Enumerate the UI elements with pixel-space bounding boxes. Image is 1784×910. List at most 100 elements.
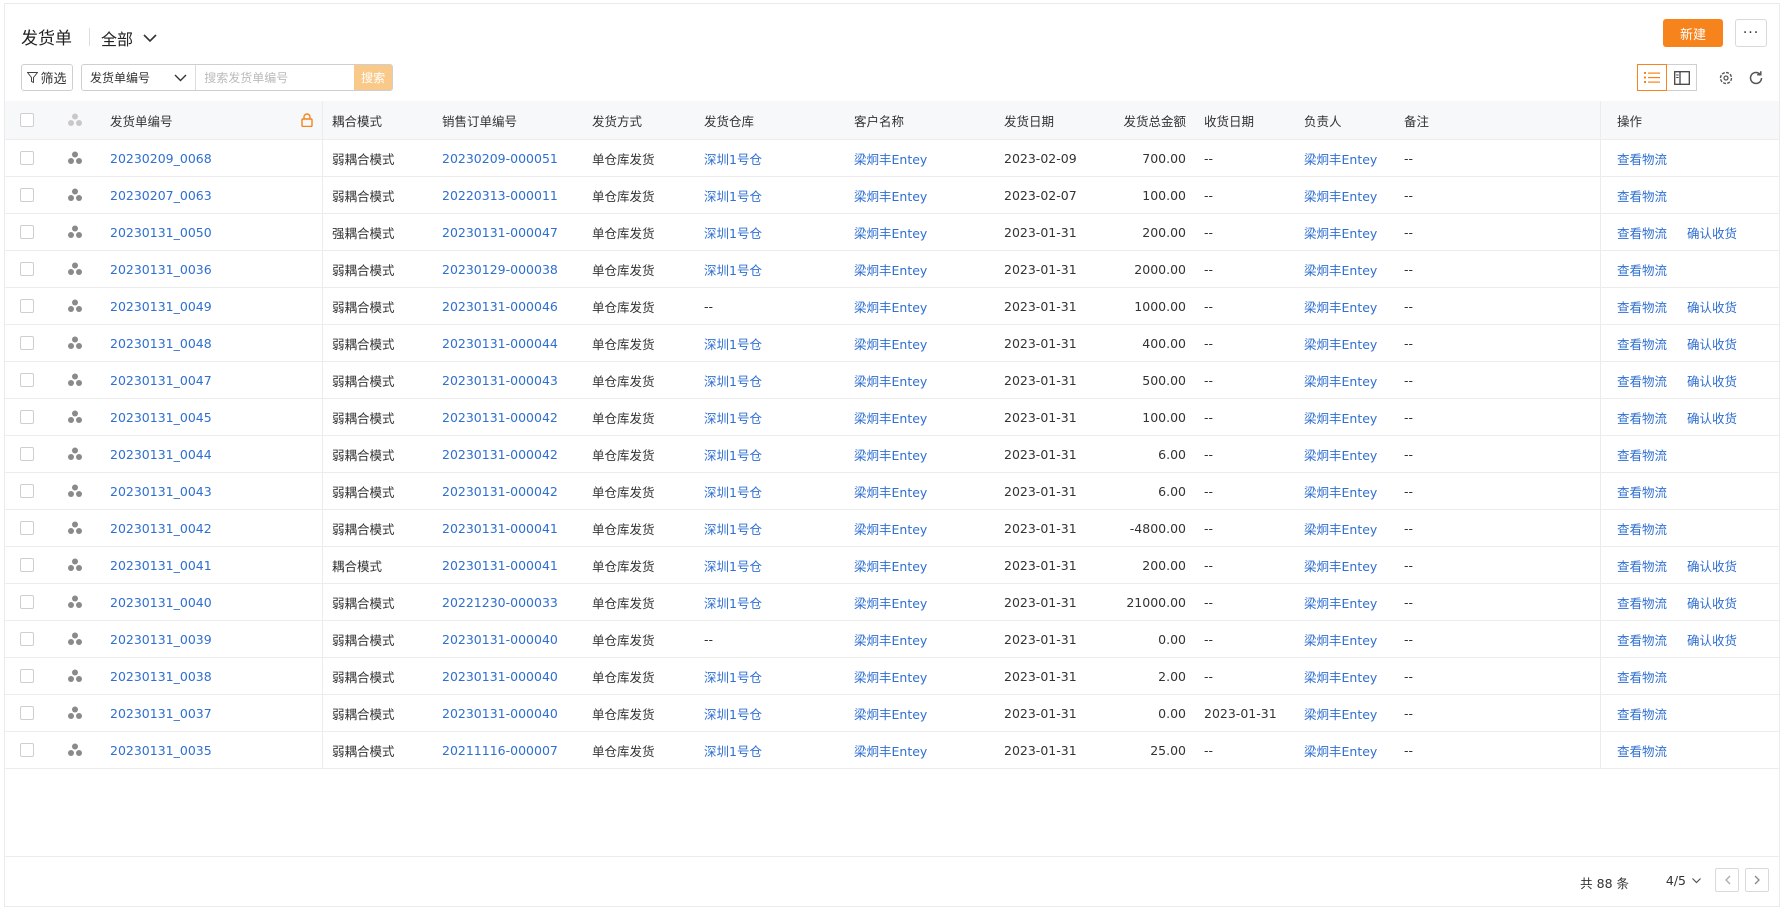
sales-order-link[interactable]: 20230131-000041 bbox=[442, 558, 558, 573]
view-logistics-link[interactable]: 查看物流 bbox=[1617, 519, 1667, 538]
sales-order-link[interactable]: 20230131-000041 bbox=[442, 521, 558, 536]
customer-link[interactable]: 梁炯丰Entey bbox=[854, 445, 927, 464]
col-header-sales-order[interactable]: 销售订单编号 bbox=[433, 101, 583, 139]
confirm-receipt-link[interactable]: 确认收货 bbox=[1687, 630, 1737, 649]
filter-button[interactable]: 筛选 bbox=[21, 64, 73, 91]
row-checkbox[interactable] bbox=[20, 595, 34, 609]
shipment-no-link[interactable]: 20230131_0047 bbox=[110, 373, 212, 388]
owner-link[interactable]: 梁炯丰Entey bbox=[1304, 186, 1377, 205]
col-header-ship-date[interactable]: 发货日期 bbox=[995, 101, 1095, 139]
warehouse-link[interactable]: 深圳1号仓 bbox=[704, 334, 762, 353]
shipment-no-link[interactable]: 20230131_0039 bbox=[110, 632, 212, 647]
sales-order-link[interactable]: 20230131-000042 bbox=[442, 484, 558, 499]
view-logistics-link[interactable]: 查看物流 bbox=[1617, 149, 1667, 168]
owner-link[interactable]: 梁炯丰Entey bbox=[1304, 519, 1377, 538]
customer-link[interactable]: 梁炯丰Entey bbox=[854, 667, 927, 686]
table-row[interactable]: 20230131_0045 弱耦合模式 20230131-000042 单仓库发货 深圳… bbox=[5, 399, 1779, 436]
table-row[interactable]: 20230131_0049 弱耦合模式 20230131-000046 单仓库发货 --… bbox=[5, 288, 1779, 325]
sales-order-link[interactable]: 20230209-000051 bbox=[442, 151, 558, 166]
shipment-no-link[interactable]: 20230131_0038 bbox=[110, 669, 212, 684]
table-row[interactable]: 20230131_0035 弱耦合模式 20211116-000007 单仓库发货 深圳… bbox=[5, 732, 1779, 769]
col-header-amount[interactable]: 发货总金额 bbox=[1095, 101, 1195, 139]
warehouse-link[interactable]: 深圳1号仓 bbox=[704, 408, 762, 427]
col-header-mode[interactable]: 耦合模式 bbox=[323, 101, 433, 139]
view-logistics-link[interactable]: 查看物流 bbox=[1617, 223, 1667, 242]
col-header-owner[interactable]: 负责人 bbox=[1295, 101, 1395, 139]
confirm-receipt-link[interactable]: 确认收货 bbox=[1687, 371, 1737, 390]
table-row[interactable]: 20230209_0068 弱耦合模式 20230209-000051 单仓库发货 深圳… bbox=[5, 140, 1779, 177]
view-logistics-link[interactable]: 查看物流 bbox=[1617, 297, 1667, 316]
owner-link[interactable]: 梁炯丰Entey bbox=[1304, 371, 1377, 390]
sales-order-link[interactable]: 20230131-000043 bbox=[442, 373, 558, 388]
table-row[interactable]: 20230131_0048 弱耦合模式 20230131-000044 单仓库发货 深圳… bbox=[5, 325, 1779, 362]
warehouse-link[interactable]: 深圳1号仓 bbox=[704, 704, 762, 723]
table-row[interactable]: 20230131_0044 弱耦合模式 20230131-000042 单仓库发货 深圳… bbox=[5, 436, 1779, 473]
view-logistics-link[interactable]: 查看物流 bbox=[1617, 445, 1667, 464]
row-checkbox[interactable] bbox=[20, 484, 34, 498]
table-row[interactable]: 20230131_0039 弱耦合模式 20230131-000040 单仓库发货 --… bbox=[5, 621, 1779, 658]
confirm-receipt-link[interactable]: 确认收货 bbox=[1687, 297, 1737, 316]
col-header-warehouse[interactable]: 发货仓库 bbox=[695, 101, 845, 139]
table-row[interactable]: 20230131_0037 弱耦合模式 20230131-000040 单仓库发货 深圳… bbox=[5, 695, 1779, 732]
warehouse-link[interactable]: 深圳1号仓 bbox=[704, 667, 762, 686]
card-view-button[interactable] bbox=[1667, 64, 1697, 91]
shipment-no-link[interactable]: 20230131_0037 bbox=[110, 706, 212, 721]
table-row[interactable]: 20230131_0050 强耦合模式 20230131-000047 单仓库发货 深圳… bbox=[5, 214, 1779, 251]
row-checkbox[interactable] bbox=[20, 225, 34, 239]
customer-link[interactable]: 梁炯丰Entey bbox=[854, 260, 927, 279]
warehouse-link[interactable]: 深圳1号仓 bbox=[704, 519, 762, 538]
view-logistics-link[interactable]: 查看物流 bbox=[1617, 667, 1667, 686]
customer-link[interactable]: 梁炯丰Entey bbox=[854, 334, 927, 353]
col-header-receive-date[interactable]: 收货日期 bbox=[1195, 101, 1295, 139]
confirm-receipt-link[interactable]: 确认收货 bbox=[1687, 593, 1737, 612]
customer-link[interactable]: 梁炯丰Entey bbox=[854, 186, 927, 205]
view-logistics-link[interactable]: 查看物流 bbox=[1617, 186, 1667, 205]
col-header-no[interactable]: 发货单编号 bbox=[101, 101, 323, 139]
row-checkbox[interactable] bbox=[20, 299, 34, 313]
search-button[interactable]: 搜索 bbox=[354, 65, 392, 90]
shipment-no-link[interactable]: 20230131_0044 bbox=[110, 447, 212, 462]
table-row[interactable]: 20230131_0041 耦合模式 20230131-000041 单仓库发货 深圳1… bbox=[5, 547, 1779, 584]
row-checkbox[interactable] bbox=[20, 521, 34, 535]
sales-order-link[interactable]: 20230131-000047 bbox=[442, 225, 558, 240]
customer-link[interactable]: 梁炯丰Entey bbox=[854, 630, 927, 649]
confirm-receipt-link[interactable]: 确认收货 bbox=[1687, 334, 1737, 353]
shipment-no-link[interactable]: 20230131_0040 bbox=[110, 595, 212, 610]
owner-link[interactable]: 梁炯丰Entey bbox=[1304, 223, 1377, 242]
col-header-ship-method[interactable]: 发货方式 bbox=[583, 101, 695, 139]
more-button[interactable]: ··· bbox=[1735, 19, 1767, 47]
row-checkbox[interactable] bbox=[20, 336, 34, 350]
view-selector[interactable]: 全部 bbox=[101, 26, 157, 50]
col-header-note[interactable]: 备注 bbox=[1395, 101, 1601, 139]
lock-icon[interactable] bbox=[301, 113, 313, 127]
shipment-no-link[interactable]: 20230131_0048 bbox=[110, 336, 212, 351]
search-input[interactable] bbox=[196, 65, 355, 90]
row-checkbox[interactable] bbox=[20, 743, 34, 757]
shipment-no-link[interactable]: 20230207_0063 bbox=[110, 188, 212, 203]
sales-order-link[interactable]: 20230131-000046 bbox=[442, 299, 558, 314]
row-checkbox[interactable] bbox=[20, 188, 34, 202]
shipment-no-link[interactable]: 20230131_0041 bbox=[110, 558, 212, 573]
sales-order-link[interactable]: 20230131-000044 bbox=[442, 336, 558, 351]
table-row[interactable]: 20230131_0043 弱耦合模式 20230131-000042 单仓库发货 深圳… bbox=[5, 473, 1779, 510]
shipment-no-link[interactable]: 20230131_0043 bbox=[110, 484, 212, 499]
owner-link[interactable]: 梁炯丰Entey bbox=[1304, 593, 1377, 612]
table-row[interactable]: 20230131_0040 弱耦合模式 20221230-000033 单仓库发货 深圳… bbox=[5, 584, 1779, 621]
prev-page-button[interactable] bbox=[1715, 868, 1739, 892]
shipment-no-link[interactable]: 20230209_0068 bbox=[110, 151, 212, 166]
customer-link[interactable]: 梁炯丰Entey bbox=[854, 482, 927, 501]
view-logistics-link[interactable]: 查看物流 bbox=[1617, 704, 1667, 723]
sales-order-link[interactable]: 20230131-000042 bbox=[442, 410, 558, 425]
settings-button[interactable] bbox=[1713, 64, 1739, 91]
owner-link[interactable]: 梁炯丰Entey bbox=[1304, 260, 1377, 279]
shipment-no-link[interactable]: 20230131_0049 bbox=[110, 299, 212, 314]
view-logistics-link[interactable]: 查看物流 bbox=[1617, 371, 1667, 390]
shipment-no-link[interactable]: 20230131_0042 bbox=[110, 521, 212, 536]
customer-link[interactable]: 梁炯丰Entey bbox=[854, 741, 927, 760]
view-logistics-link[interactable]: 查看物流 bbox=[1617, 741, 1667, 760]
owner-link[interactable]: 梁炯丰Entey bbox=[1304, 149, 1377, 168]
warehouse-link[interactable]: 深圳1号仓 bbox=[704, 371, 762, 390]
row-checkbox[interactable] bbox=[20, 410, 34, 424]
row-checkbox[interactable] bbox=[20, 558, 34, 572]
owner-link[interactable]: 梁炯丰Entey bbox=[1304, 667, 1377, 686]
